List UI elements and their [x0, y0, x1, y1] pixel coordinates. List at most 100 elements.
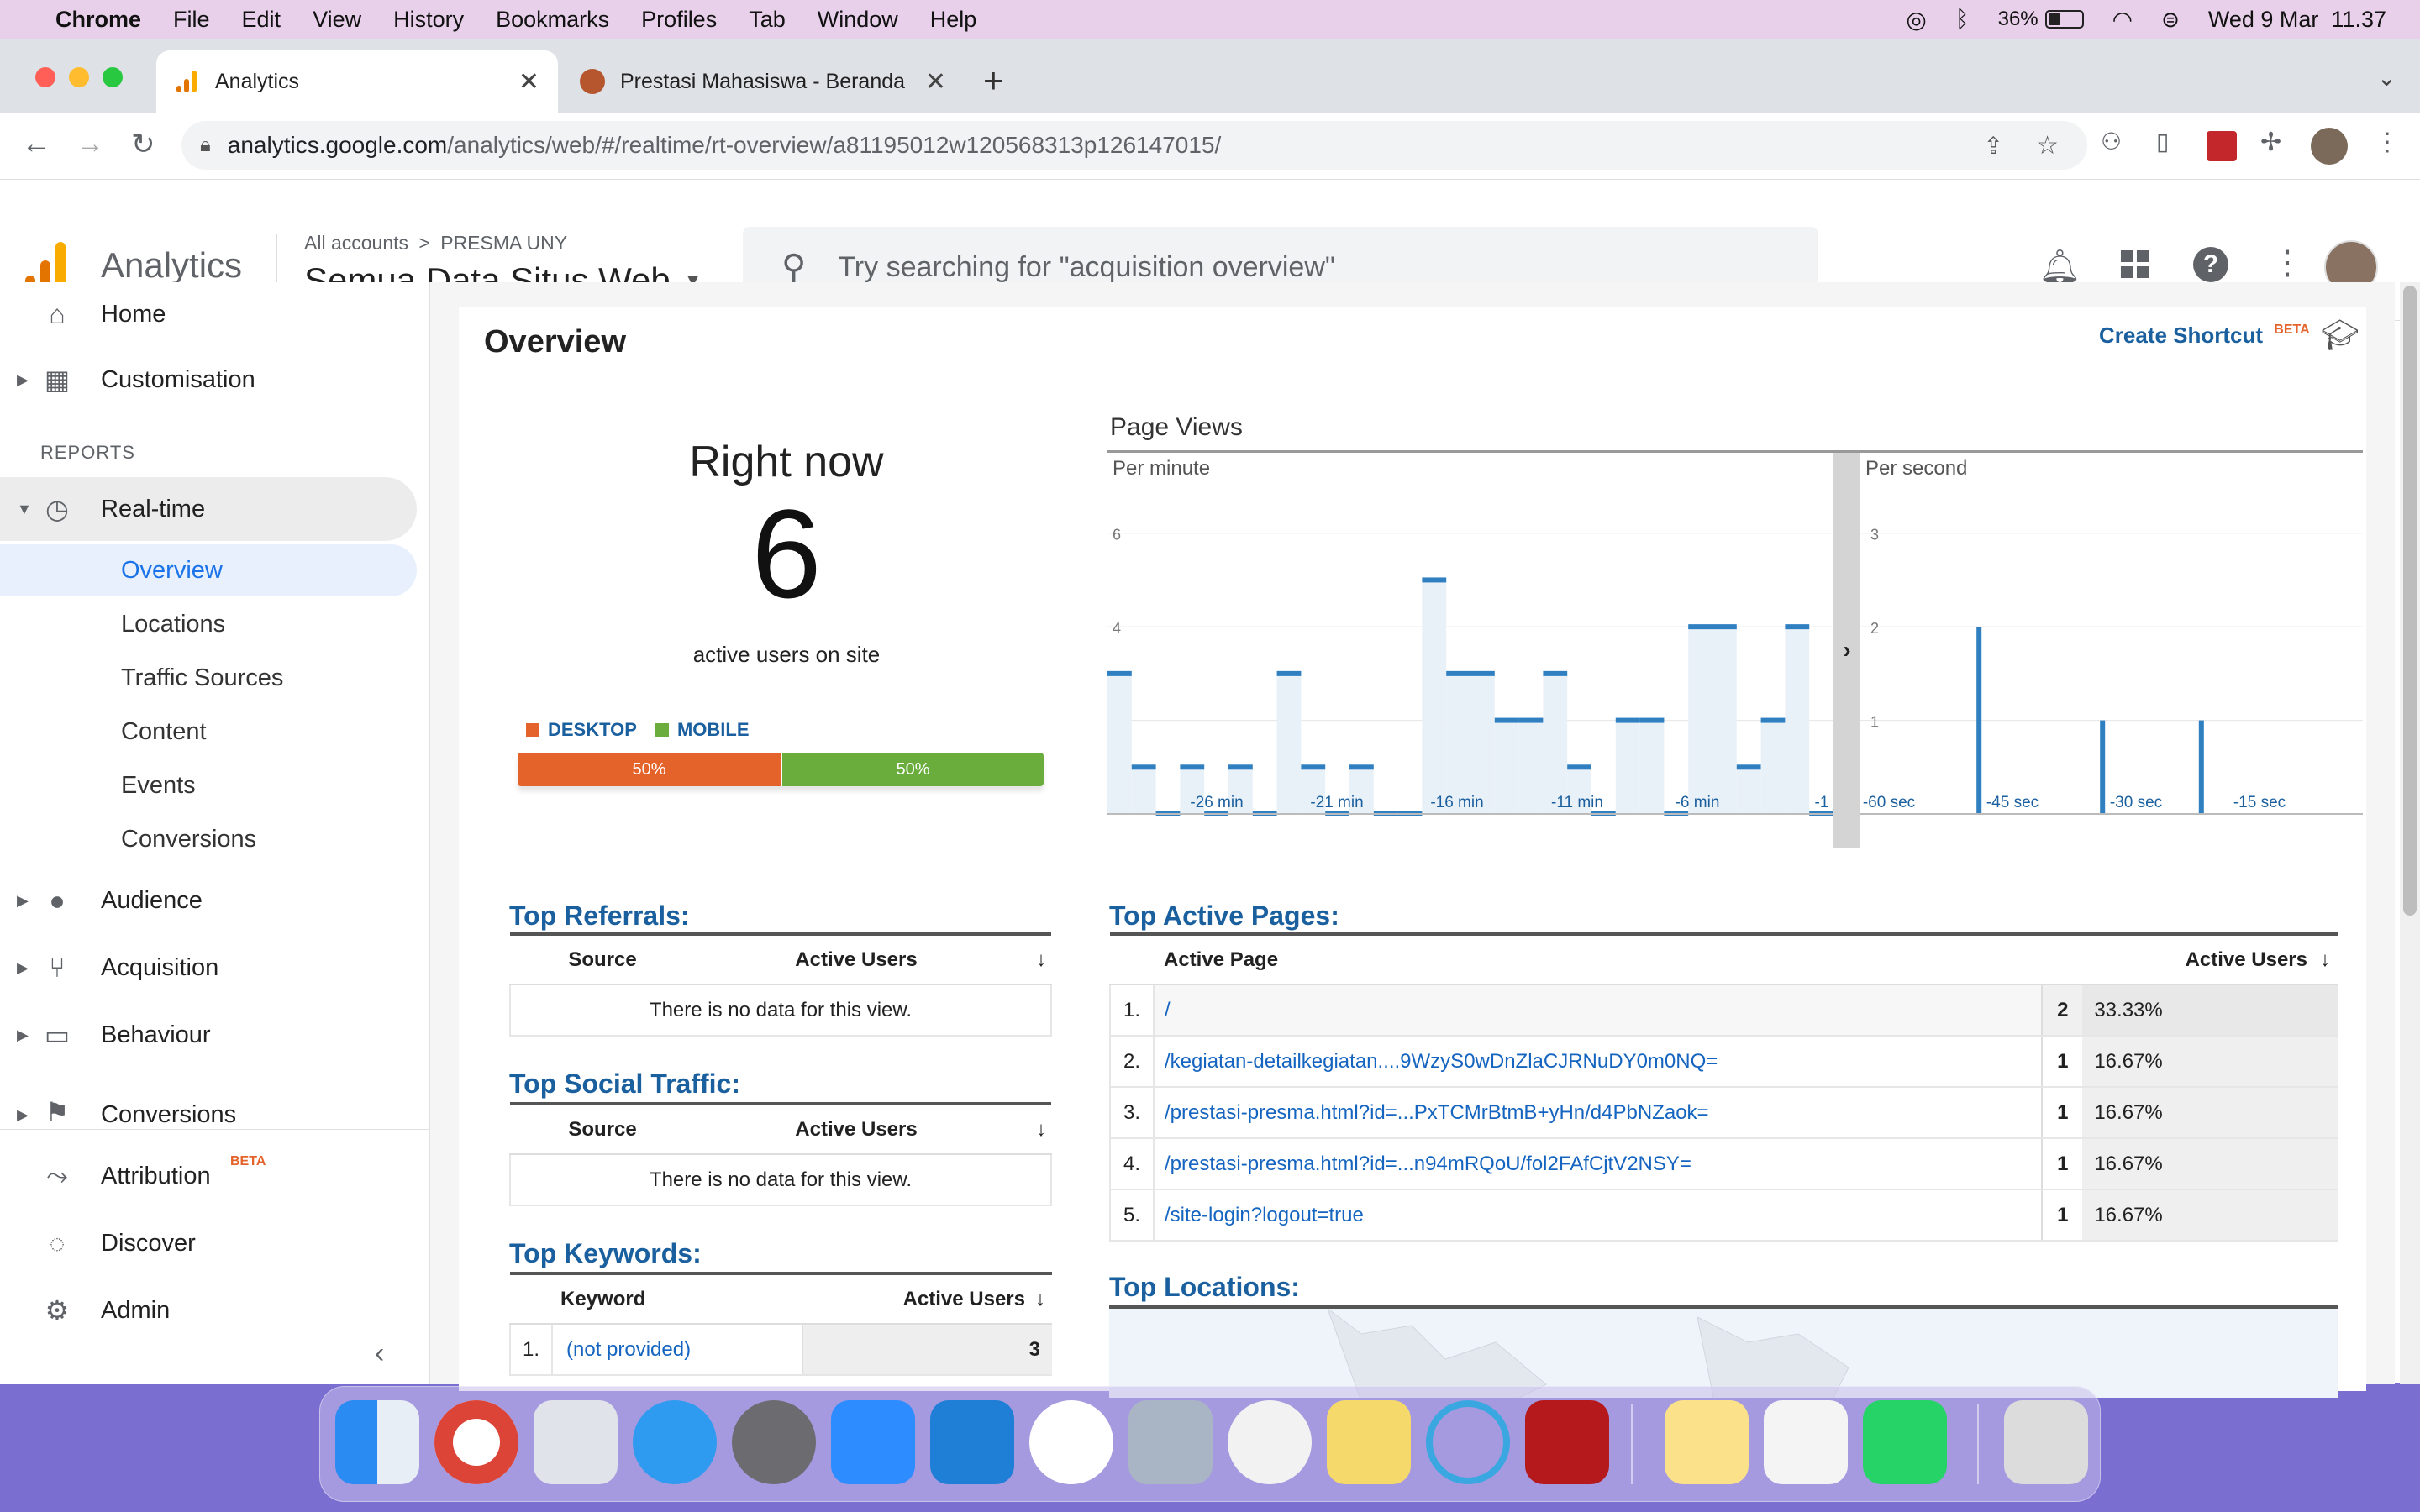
- collapse-sidebar-chevron-icon[interactable]: ‹: [375, 1337, 384, 1370]
- sidebar-item-customisation[interactable]: ▶ ▦ Customisation: [0, 348, 417, 412]
- sidebar-subitem-overview[interactable]: Overview: [0, 544, 417, 596]
- sort-arrow-icon[interactable]: ↓: [1035, 1288, 1045, 1310]
- menu-app-chrome[interactable]: Chrome: [55, 7, 141, 33]
- sidebar-item-audience[interactable]: ▶ ● Audience: [0, 869, 417, 932]
- sort-arrow-icon[interactable]: ↓: [2320, 948, 2330, 971]
- column-header-active-page[interactable]: Active Page: [1154, 934, 2043, 985]
- page-scrollbar[interactable]: [2400, 282, 2420, 1384]
- tab-close-icon[interactable]: ✕: [518, 67, 539, 97]
- column-header-active-users[interactable]: Active Users: [695, 934, 1018, 985]
- graduation-cap-icon[interactable]: 🎓︎: [2321, 318, 2360, 353]
- sidebar-item-acquisition[interactable]: ▶ ⑂ Acquisition: [0, 936, 417, 1000]
- minimize-window-button[interactable]: [69, 67, 89, 87]
- sidebar-subitem-conversions[interactable]: Conversions: [0, 813, 417, 865]
- sidebar-item-realtime[interactable]: ▼ ◷ Real-time: [0, 477, 417, 541]
- sidebar-subitem-events[interactable]: Events: [0, 759, 417, 811]
- column-header-source[interactable]: Source: [510, 934, 695, 985]
- sidebar-item-discover[interactable]: ◌ Discover: [0, 1211, 417, 1275]
- safari-icon[interactable]: [633, 1400, 717, 1484]
- notes-icon[interactable]: [1665, 1400, 1749, 1484]
- tab-search-chevron-icon[interactable]: ⌄: [2377, 64, 2396, 92]
- tab-close-icon[interactable]: ✕: [925, 67, 946, 97]
- menu-bookmarks[interactable]: Bookmarks: [496, 7, 609, 33]
- apps-grid-icon[interactable]: [2121, 250, 2149, 278]
- forward-icon[interactable]: →: [76, 128, 104, 160]
- wifi-icon[interactable]: ◠: [2112, 6, 2133, 34]
- stickies-icon[interactable]: [1327, 1400, 1411, 1484]
- sidebar-subitem-locations[interactable]: Locations: [0, 598, 417, 650]
- extension-incognito-icon[interactable]: ⚇: [2101, 128, 2122, 155]
- sidebar-subitem-traffic-sources[interactable]: Traffic Sources: [0, 652, 417, 704]
- more-options-icon[interactable]: ⋮: [2270, 244, 2304, 282]
- menu-window[interactable]: Window: [818, 7, 898, 33]
- notifications-bell-icon[interactable]: 🔔︎: [2039, 247, 2081, 286]
- sidebar-item-home[interactable]: ⌂ Home: [0, 282, 417, 346]
- sidebar-subitem-content[interactable]: Content: [0, 706, 417, 758]
- menu-clock[interactable]: Wed 9 Mar 11.37: [2208, 7, 2386, 33]
- keyword-link[interactable]: (not provided): [550, 1324, 803, 1376]
- extension-device-icon[interactable]: ▯: [2156, 128, 2169, 155]
- sidebar-item-conversions[interactable]: ▶ ⚑ Conversions: [0, 1070, 417, 1129]
- sidebar-item-admin[interactable]: ⚙ Admin: [0, 1278, 417, 1342]
- column-header-active-users[interactable]: Active Users: [695, 1104, 1018, 1155]
- back-icon[interactable]: ←: [22, 128, 50, 160]
- active-page-link[interactable]: /site-login?logout=true: [1152, 1189, 2043, 1242]
- bluetooth-icon[interactable]: ᛒ: [1955, 6, 1970, 33]
- column-header-source[interactable]: Source: [510, 1104, 695, 1155]
- active-page-link[interactable]: /prestasi-presma.html?id=...PxTCMrBtmB+y…: [1152, 1087, 2043, 1139]
- webcam-icon[interactable]: [1228, 1400, 1312, 1484]
- whatsapp-icon[interactable]: [1863, 1400, 1947, 1484]
- breadcrumb[interactable]: All accounts > PRESMA UNY: [304, 232, 567, 255]
- utility-gear-icon[interactable]: [1128, 1400, 1213, 1484]
- android-studio-icon[interactable]: [1029, 1400, 1113, 1484]
- menu-tab[interactable]: Tab: [749, 7, 786, 33]
- filezilla-icon[interactable]: [1525, 1400, 1609, 1484]
- close-window-button[interactable]: [35, 67, 55, 87]
- creative-cloud-icon[interactable]: ◎: [1906, 6, 1926, 34]
- column-header-active-users[interactable]: Active Users: [802, 1273, 1028, 1325]
- help-icon[interactable]: ?: [2193, 247, 2228, 282]
- menu-profiles[interactable]: Profiles: [641, 7, 717, 33]
- analytics-app-name[interactable]: Analytics: [101, 245, 242, 286]
- active-page-link[interactable]: /kegiatan-detailkegiatan....9WzyS0wDnZla…: [1152, 1036, 2043, 1088]
- menu-file[interactable]: File: [173, 7, 210, 33]
- reload-icon[interactable]: ↻: [131, 128, 155, 161]
- trash-icon[interactable]: [2004, 1400, 2088, 1484]
- zoom-icon[interactable]: [831, 1400, 915, 1484]
- tab-analytics[interactable]: Analytics ✕: [156, 50, 558, 113]
- analytics-logo-icon[interactable]: [25, 242, 66, 287]
- battery-status[interactable]: 36%: [1998, 8, 2084, 31]
- column-header-keyword[interactable]: Keyword: [552, 1273, 803, 1325]
- chrome-icon[interactable]: [434, 1400, 518, 1484]
- scrollbar-thumb[interactable]: [2403, 286, 2417, 916]
- create-shortcut-link[interactable]: Create Shortcut BETA: [2099, 323, 2310, 349]
- profile-avatar[interactable]: [2311, 128, 2348, 165]
- sort-arrow-icon[interactable]: ↓: [1036, 1118, 1046, 1141]
- chrome-menu-icon[interactable]: ⋮: [2375, 128, 2400, 157]
- finder-icon[interactable]: [335, 1400, 419, 1484]
- menu-help[interactable]: Help: [930, 7, 977, 33]
- launchpad-icon[interactable]: [534, 1400, 618, 1484]
- column-header-active-users[interactable]: Active Users: [2042, 934, 2312, 985]
- system-preferences-icon[interactable]: [732, 1400, 816, 1484]
- zoom-window-button[interactable]: [103, 67, 123, 87]
- menu-view[interactable]: View: [313, 7, 361, 33]
- share-icon[interactable]: ⇪: [1984, 132, 2003, 160]
- bookmark-star-icon[interactable]: ☆: [2036, 131, 2059, 160]
- active-page-link[interactable]: /: [1152, 984, 2043, 1037]
- active-page-link[interactable]: /prestasi-presma.html?id=...n94mRQoU/fol…: [1152, 1138, 2043, 1190]
- address-bar[interactable]: 🔒︎ analytics.google.com/analytics/web/#/…: [182, 121, 2087, 170]
- tab-prestasi[interactable]: Prestasi Mahasiswa - Beranda ✕: [560, 50, 960, 113]
- menu-history[interactable]: History: [393, 7, 464, 33]
- sidebar-item-attribution[interactable]: ⤳ Attribution BETA: [0, 1144, 417, 1208]
- control-center-icon[interactable]: ⊜: [2161, 7, 2180, 33]
- top-locations-map[interactable]: [1109, 1305, 2338, 1398]
- sort-arrow-icon[interactable]: ↓: [1036, 948, 1046, 971]
- extension-mendeley-icon[interactable]: [2207, 131, 2237, 161]
- chart-divider-handle[interactable]: ›: [1833, 453, 1860, 848]
- textedit-icon[interactable]: [1764, 1400, 1848, 1484]
- creative-app-icon[interactable]: [1426, 1400, 1510, 1484]
- sidebar-item-behaviour[interactable]: ▶ ▭ Behaviour: [0, 1003, 417, 1067]
- breadcrumb-account[interactable]: PRESMA UNY: [440, 232, 567, 254]
- breadcrumb-all-accounts[interactable]: All accounts: [304, 232, 408, 254]
